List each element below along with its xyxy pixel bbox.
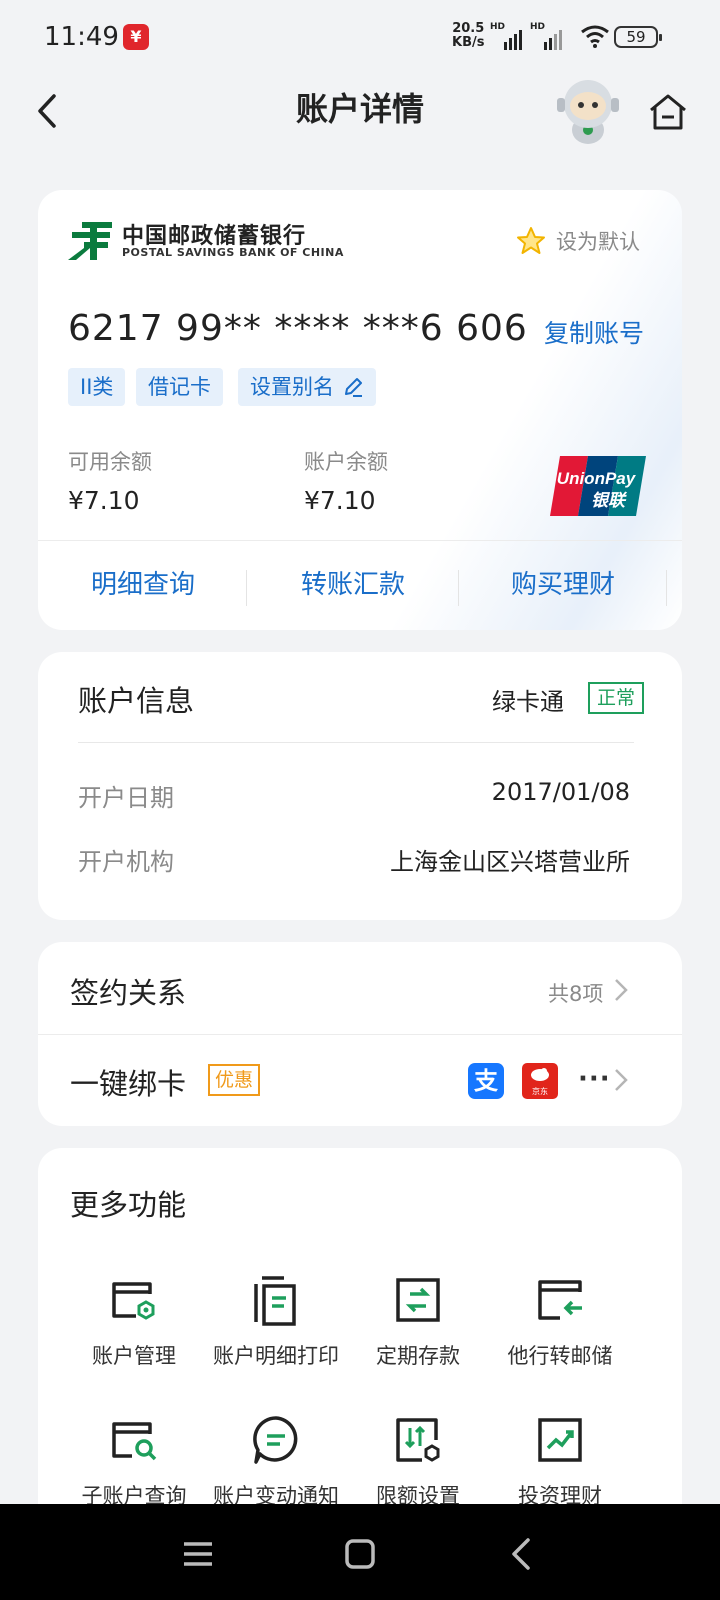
- function-label: 定期存款: [376, 1344, 460, 1368]
- function-label: 账户管理: [92, 1344, 176, 1368]
- transaction-query-button[interactable]: 明细查询: [38, 550, 248, 620]
- set-alias-button[interactable]: 设置别名: [238, 368, 376, 406]
- function-time-deposit[interactable]: 定期存款: [338, 1272, 498, 1370]
- available-balance-label: 可用余额: [68, 450, 152, 474]
- statement-print-icon: [254, 1276, 296, 1326]
- signal-icon-sim2: HD: [530, 22, 562, 50]
- status-badge: 正常: [588, 682, 645, 714]
- alipay-icon: 支: [468, 1063, 504, 1099]
- card-number: 6217 99** **** ***6 606: [68, 308, 528, 349]
- limit-settings-icon: [396, 1418, 440, 1462]
- available-balance-value: ¥7.10: [68, 486, 140, 515]
- function-account-manage[interactable]: 账户管理: [54, 1272, 214, 1370]
- function-limit-settings[interactable]: 限额设置: [338, 1412, 498, 1510]
- function-sub-account-search[interactable]: 子账户查询: [54, 1412, 214, 1510]
- status-time: 11:49: [44, 22, 119, 52]
- sign-relations-row[interactable]: 签约关系 共8项: [38, 942, 682, 1034]
- copy-account-button[interactable]: 复制账号: [544, 314, 644, 350]
- account-info-card: 账户信息 绿卡通 正常 开户日期 2017/01/08 开户机构 上海金山区兴塔…: [38, 652, 682, 920]
- set-default-label: 设为默认: [556, 230, 640, 254]
- account-card: 中国邮政储蓄银行 POSTAL SAVINGS BANK OF CHINA 设为…: [38, 190, 682, 630]
- chevron-right-icon: [615, 1069, 628, 1091]
- function-investment[interactable]: 投资理财: [480, 1412, 640, 1510]
- sign-relations-count: 共8项: [548, 982, 604, 1006]
- back-triangle-icon[interactable]: [502, 1534, 542, 1574]
- function-transfer-in[interactable]: 他行转邮储: [480, 1272, 640, 1370]
- change-notify-icon: [253, 1416, 298, 1464]
- function-label: 账户明细打印: [213, 1344, 339, 1368]
- set-alias-label: 设置别名: [250, 375, 334, 399]
- open-date-value: 2017/01/08: [491, 778, 630, 806]
- buy-wealth-button[interactable]: 购买理财: [458, 550, 668, 620]
- tag-account-class: II类: [68, 368, 126, 406]
- notification-app-icon: ¥: [123, 24, 149, 50]
- quick-bind-label: 一键绑卡: [70, 1067, 187, 1101]
- unionpay-logo: UnionPay 银联: [550, 456, 646, 516]
- sub-account-search-icon: [112, 1422, 157, 1461]
- more-functions-title: 更多功能: [70, 1188, 187, 1222]
- function-change-notify[interactable]: 账户变动通知: [196, 1412, 356, 1510]
- menu-icon[interactable]: [178, 1534, 218, 1574]
- account-balance-value: ¥7.10: [304, 486, 376, 515]
- open-branch-label: 开户机构: [78, 848, 174, 876]
- network-speed: 20.5 KB/s: [452, 21, 485, 50]
- function-statement-print[interactable]: 账户明细打印: [196, 1272, 356, 1370]
- star-icon: [517, 227, 545, 254]
- jd-icon: 京东: [522, 1063, 558, 1099]
- battery-icon: 59: [614, 26, 662, 48]
- wifi-icon: [581, 25, 609, 48]
- open-date-label: 开户日期: [78, 784, 174, 812]
- account-manage-icon: [112, 1282, 155, 1320]
- sign-relations-label: 签约关系: [70, 976, 187, 1010]
- bank-logo-icon: [68, 222, 112, 260]
- svg-text:UnionPay: UnionPay: [557, 469, 637, 488]
- assistant-robot-icon[interactable]: [555, 76, 621, 146]
- bank-name-en: POSTAL SAVINGS BANK OF CHINA: [122, 246, 344, 259]
- function-label: 他行转邮储: [507, 1344, 613, 1368]
- tag-card-type: 借记卡: [136, 368, 223, 406]
- open-branch-value: 上海金山区兴塔营业所: [390, 848, 630, 876]
- edit-pencil-icon: [345, 378, 362, 397]
- chevron-right-icon: [615, 979, 628, 1001]
- svg-text:银联: 银联: [591, 491, 628, 511]
- time-deposit-icon: [396, 1278, 440, 1322]
- home-square-icon[interactable]: [340, 1534, 380, 1574]
- transfer-in-icon: [538, 1280, 582, 1320]
- investment-icon: [538, 1418, 582, 1462]
- home-button[interactable]: [646, 90, 690, 134]
- set-default-button[interactable]: 设为默认: [516, 226, 640, 256]
- transfer-button[interactable]: 转账汇款: [248, 550, 458, 620]
- account-balance-label: 账户余额: [304, 450, 388, 474]
- signal-icon-sim1: HD: [490, 22, 522, 50]
- account-info-title: 账户信息: [78, 684, 195, 718]
- relations-card: 签约关系 共8项 一键绑卡 优惠 支 京东 ···: [38, 942, 682, 1126]
- promo-badge: 优惠: [208, 1064, 261, 1096]
- card-product-name: 绿卡通: [492, 688, 564, 716]
- more-bindings-icon: ···: [578, 1064, 611, 1094]
